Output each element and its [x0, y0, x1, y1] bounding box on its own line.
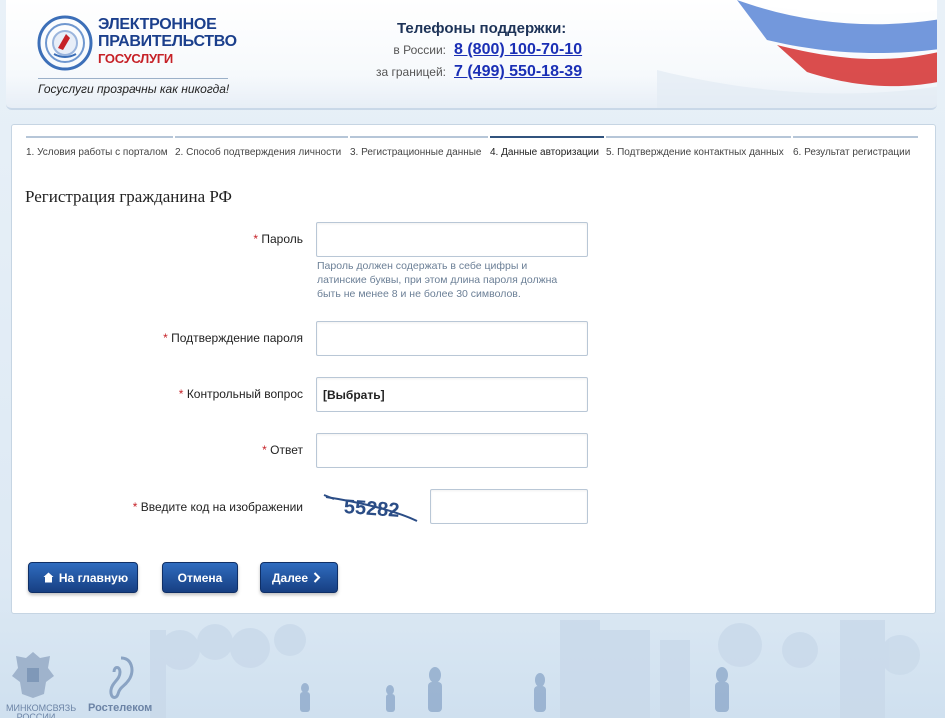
gosuslugi-logo-icon: [37, 15, 93, 71]
captcha-label: * Введите код на изображении: [132, 500, 303, 514]
home-button[interactable]: На главную: [28, 562, 138, 593]
site-footer: МИНКОМСВЯЗЬ РОССИИ Ростелеком: [0, 620, 945, 718]
password-label: * Пароль: [253, 232, 303, 246]
rostelecom-label: Ростелеком: [88, 702, 153, 714]
step-item-active: 4. Данные авторизации: [490, 136, 604, 158]
confirm-password-input[interactable]: [316, 321, 588, 356]
support-title: Телефоны поддержки:: [397, 20, 567, 37]
ministry-label: МИНКОМСВЯЗЬ РОССИИ: [6, 703, 77, 718]
captcha-input[interactable]: [430, 489, 588, 524]
step-item: 1. Условия работы с порталом: [26, 136, 173, 158]
password-input[interactable]: [316, 222, 588, 257]
logo-divider: [38, 78, 228, 79]
phone-row-russia: в России: 8 (800) 100-70-10: [366, 41, 606, 59]
answer-input[interactable]: [316, 433, 588, 468]
phone-link-abroad[interactable]: 7 (499) 550-18-39: [454, 63, 582, 81]
step-item: 5. Подтверждение контактных данных: [606, 136, 791, 158]
security-question-select[interactable]: [Выбрать]: [316, 377, 588, 412]
cancel-button[interactable]: Отмена: [162, 562, 238, 593]
registration-steps: 1. Условия работы с порталом 2. Способ п…: [26, 136, 920, 158]
russian-coat-of-arms-icon: [12, 652, 54, 698]
confirm-password-label: * Подтверждение пароля: [163, 331, 303, 345]
phone-label: в России:: [393, 43, 446, 57]
slogan: Госуслуги прозрачны как никогда!: [38, 82, 230, 96]
step-item: 6. Результат регистрации: [793, 136, 918, 158]
cancel-button-label: Отмена: [177, 570, 223, 585]
chevron-right-icon: [313, 572, 321, 583]
registration-panel: 1. Условия работы с порталом 2. Способ п…: [11, 124, 936, 614]
security-question-label: * Контрольный вопрос: [178, 387, 303, 401]
step-item: 2. Способ подтверждения личности: [175, 136, 348, 158]
next-button[interactable]: Далее: [260, 562, 338, 593]
russian-flag-wave: [657, 0, 937, 108]
page-title: Регистрация гражданина РФ: [25, 187, 232, 206]
phone-label: за границей:: [375, 65, 446, 79]
next-button-label: Далее: [271, 570, 309, 585]
support-phones: Телефоны поддержки: в России: 8 (800) 10…: [366, 20, 606, 81]
site-header: ЭЛЕКТРОННОЕ ПРАВИТЕЛЬСТВО ГОСУСЛУГИ Госу…: [6, 0, 937, 110]
password-hint: Пароль должен содержать в себе цифры и л…: [317, 260, 558, 300]
rostelecom-logo-icon: [109, 656, 134, 699]
logo-text: ЭЛЕКТРОННОЕ ПРАВИТЕЛЬСТВО ГОСУСЛУГИ: [98, 16, 237, 66]
captcha-image: 55282: [323, 494, 418, 522]
home-icon: [43, 572, 54, 583]
security-question-value: [Выбрать]: [323, 387, 385, 402]
step-item: 3. Регистрационные данные: [350, 136, 488, 158]
phone-link-russia[interactable]: 8 (800) 100-70-10: [454, 41, 582, 59]
phone-row-abroad: за границей: 7 (499) 550-18-39: [366, 63, 606, 81]
captcha-text: 55282: [343, 496, 400, 522]
home-button-label: На главную: [58, 570, 129, 585]
answer-label: * Ответ: [262, 443, 303, 457]
